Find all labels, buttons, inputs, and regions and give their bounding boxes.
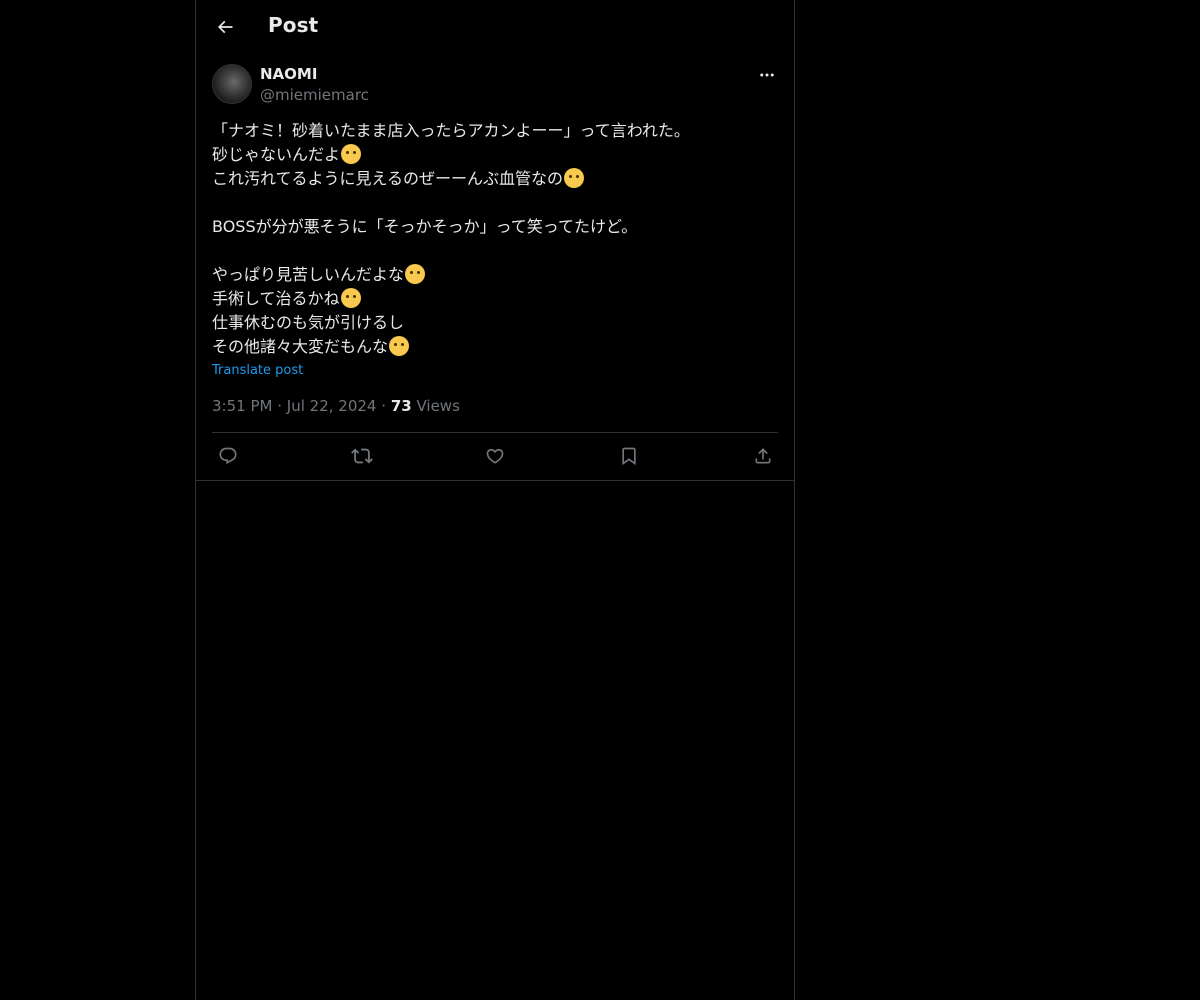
face-holding-back-tears-emoji-icon: [341, 144, 362, 164]
repost-icon: [351, 445, 373, 467]
author-handle[interactable]: @miemiemarc: [260, 86, 369, 104]
top-bar: Post: [196, 0, 794, 53]
post-meta: 3:51 PM · Jul 22, 2024 · 73 Views: [212, 397, 460, 415]
arrow-left-icon: [215, 17, 235, 37]
post-line: 「ナオミ！砂着いたまま店入ったらアカンよーー」って言われた。: [212, 121, 690, 140]
post-line: [212, 239, 778, 263]
action-bar: [212, 444, 778, 468]
reply-button[interactable]: [216, 444, 240, 468]
views-label: Views: [416, 397, 460, 415]
author-display-name[interactable]: NAOMI: [260, 65, 317, 83]
translate-post-link[interactable]: Translate post: [212, 363, 303, 378]
post-line: BOSSが分が悪そうに「そっかそっか」って笑ってたけど。: [212, 217, 638, 236]
face-holding-back-tears-emoji-icon: [389, 336, 410, 356]
share-icon: [753, 446, 773, 466]
post-line: やっぱり見苦しいんだよな: [212, 263, 778, 287]
pleading-face-emoji-icon: [405, 264, 426, 284]
divider: [212, 432, 778, 433]
heart-icon: [485, 446, 505, 466]
bookmark-button[interactable]: [617, 444, 641, 468]
repost-button[interactable]: [350, 444, 374, 468]
share-button[interactable]: [751, 444, 775, 468]
pleading-face-emoji-icon: [564, 168, 585, 188]
post-bottom-border: [196, 480, 794, 481]
page-title: Post: [268, 13, 319, 37]
back-button[interactable]: [208, 10, 242, 44]
more-horizontal-icon: [758, 66, 776, 84]
post-date[interactable]: Jul 22, 2024: [287, 397, 377, 415]
post-line: これ汚れてるように見えるのぜーーんぶ血管なの: [212, 167, 778, 191]
post-body: 「ナオミ！砂着いたまま店入ったらアカンよーー」って言われた。 砂じゃないんだよ …: [212, 119, 778, 359]
post-line: その他諸々大変だもんな: [212, 335, 778, 359]
bookmark-icon: [619, 446, 639, 466]
like-button[interactable]: [483, 444, 507, 468]
meta-separator: ·: [381, 397, 387, 415]
reply-icon: [218, 446, 238, 466]
more-options-button[interactable]: [756, 64, 778, 86]
post-time[interactable]: 3:51 PM: [212, 397, 272, 415]
post-detail-column: Post NAOMI @miemiemarc 「ナオミ！砂着いたまま店入ったらア…: [195, 0, 795, 1000]
post-line: [212, 191, 778, 215]
post-line: 砂じゃないんだよ: [212, 143, 778, 167]
meta-separator: ·: [277, 397, 283, 415]
post-line: 仕事休むのも気が引けるし: [212, 313, 405, 332]
grinning-sweat-emoji-icon: [340, 288, 361, 308]
avatar[interactable]: [212, 64, 252, 104]
views-count: 73: [390, 397, 412, 415]
post-line: 手術して治るかね: [212, 287, 778, 311]
